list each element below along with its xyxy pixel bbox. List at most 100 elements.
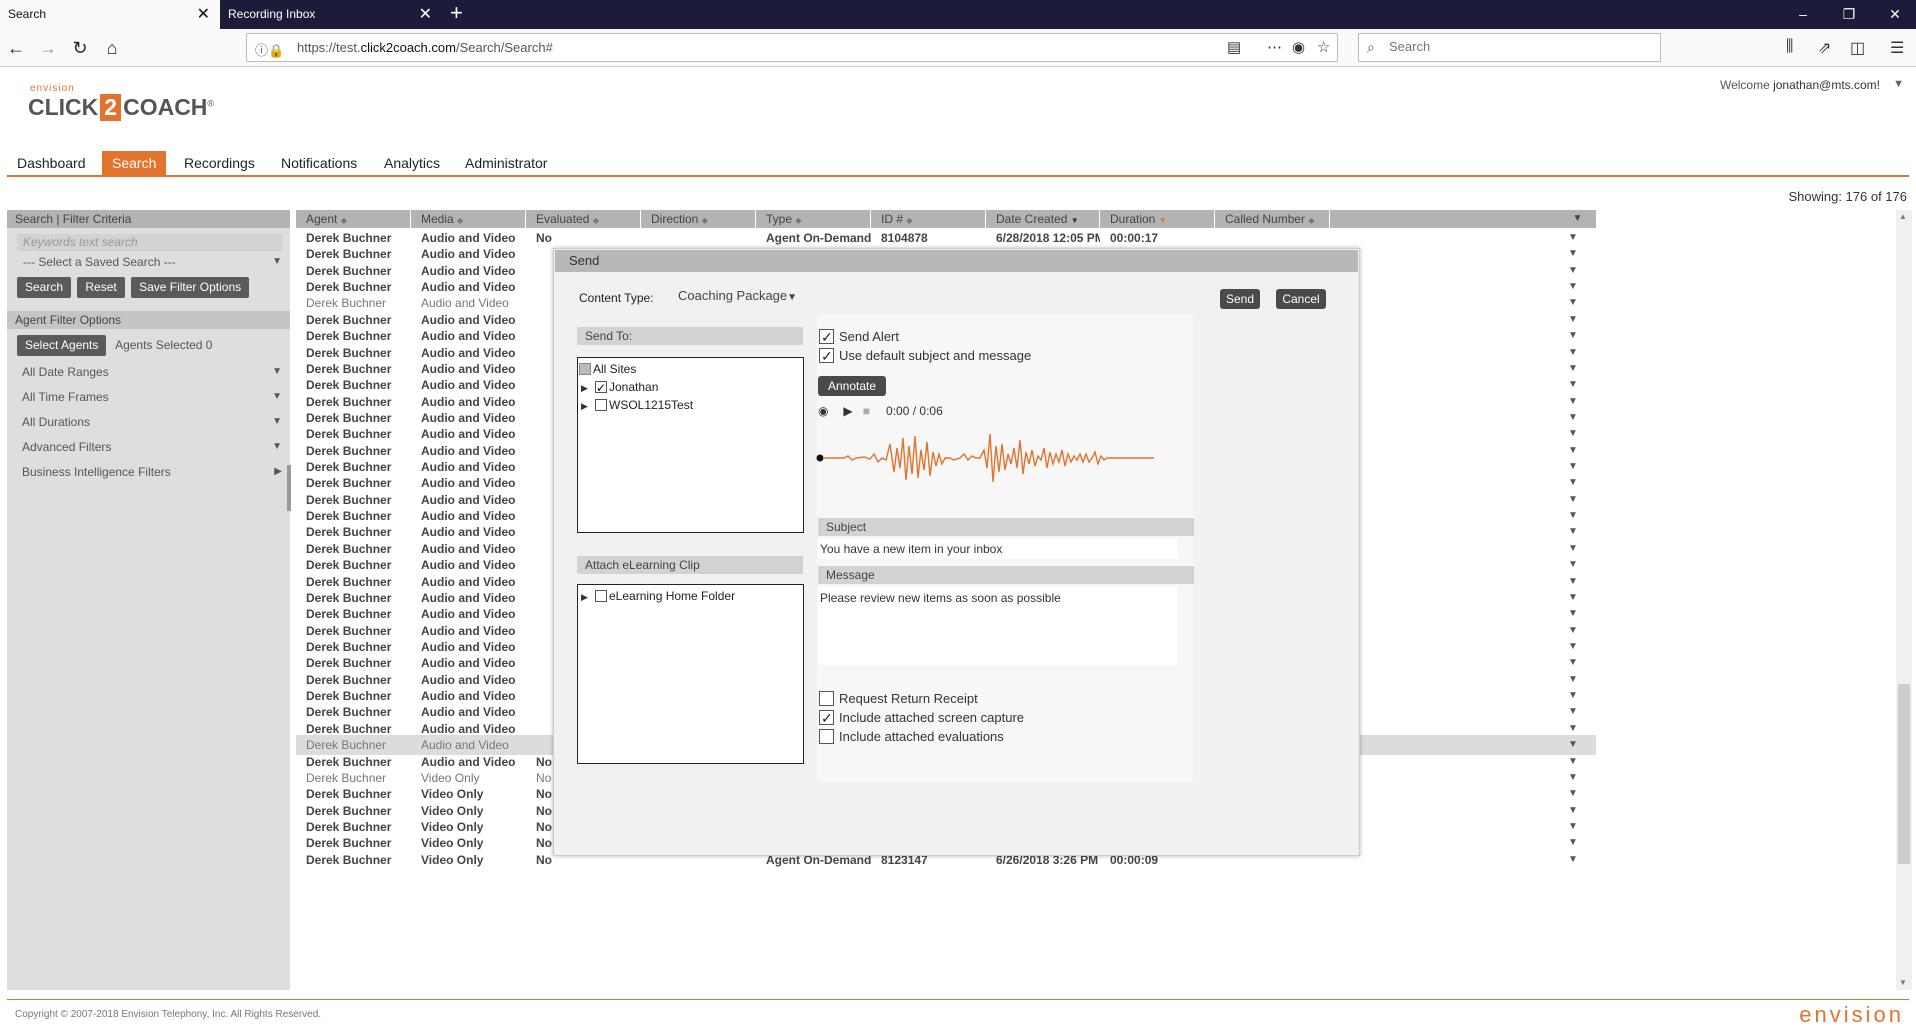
- page-actions-icon[interactable]: ⋯: [1267, 38, 1282, 56]
- forward-icon[interactable]: →: [34, 35, 62, 61]
- tree-node-all-sites[interactable]: All Sites: [579, 360, 636, 378]
- checkbox[interactable]: [579, 363, 591, 375]
- filter-date-ranges[interactable]: All Date Ranges ▼: [17, 362, 282, 382]
- nav-dashboard[interactable]: Dashboard: [7, 151, 96, 175]
- nav-administrator[interactable]: Administrator: [455, 151, 557, 175]
- use-default-option[interactable]: Use default subject and message: [819, 346, 1031, 366]
- saved-search-select[interactable]: --- Select a Saved Search --- ▼: [17, 253, 282, 271]
- reload-icon[interactable]: ↻: [66, 35, 94, 61]
- search-icon: ⌕: [1367, 39, 1375, 55]
- nav-analytics[interactable]: Analytics: [374, 151, 450, 175]
- bookmark-star-icon[interactable]: ☆: [1317, 38, 1330, 56]
- col-type[interactable]: Type ◆: [756, 210, 871, 228]
- col-date-created[interactable]: Date Created ▼: [986, 210, 1100, 228]
- footer-logo: envision: [1799, 1002, 1904, 1027]
- tree-node-jonathan[interactable]: ▶Jonathan: [581, 378, 658, 397]
- cell-media: Video Only: [421, 853, 484, 867]
- checkbox[interactable]: [819, 328, 834, 347]
- restore-icon[interactable]: ❐: [1829, 0, 1869, 28]
- row-menu-icon[interactable]: ▼: [1568, 850, 1578, 870]
- request-return-receipt-option[interactable]: Request Return Receipt: [819, 689, 978, 708]
- column-menu-icon[interactable]: ▼: [1559, 210, 1596, 228]
- scrollbar-thumb[interactable]: [1898, 684, 1910, 864]
- col-direction[interactable]: Direction ◆: [641, 210, 756, 228]
- browser-tab-strip: Search ✕ Recording Inbox ✕ + – ❐ ✕: [0, 0, 1916, 29]
- chevron-down-icon[interactable]: ▼: [1893, 78, 1904, 90]
- pocket-icon[interactable]: ◉: [1292, 38, 1305, 56]
- browser-tab-search[interactable]: Search ✕: [0, 0, 220, 29]
- checkbox[interactable]: [595, 590, 607, 602]
- close-icon[interactable]: ✕: [419, 0, 432, 29]
- annotate-button[interactable]: Annotate: [818, 376, 886, 396]
- nav-divider: [7, 175, 1909, 177]
- reader-icon[interactable]: ▤: [1227, 38, 1241, 56]
- record-icon[interactable]: ◉: [818, 404, 832, 418]
- new-tab-icon[interactable]: +: [450, 0, 463, 26]
- playhead[interactable]: [816, 454, 824, 462]
- include-screen-capture-option[interactable]: Include attached screen capture: [819, 708, 1024, 728]
- stop-icon[interactable]: ■: [863, 404, 877, 418]
- footer-divider: [7, 999, 1909, 1000]
- browser-search-bar[interactable]: ⌕: [1358, 33, 1661, 62]
- play-icon[interactable]: ▶: [843, 404, 859, 418]
- menu-icon[interactable]: ☰: [1890, 38, 1904, 58]
- window-close-icon[interactable]: ✕: [1875, 0, 1915, 28]
- close-icon[interactable]: ✕: [197, 0, 210, 29]
- checkbox[interactable]: [819, 709, 834, 728]
- tree-node-wsol1215test[interactable]: ▶ WSOL1215Test: [581, 396, 693, 414]
- reset-button[interactable]: Reset: [77, 277, 125, 298]
- url-bar[interactable]: ⓘ🔒 https://test.click2coach.com/Search/S…: [246, 33, 1338, 62]
- col-media[interactable]: Media ◆: [411, 210, 526, 228]
- site-info-icon[interactable]: ⓘ🔒: [255, 40, 284, 59]
- home-icon[interactable]: ⌂: [98, 35, 126, 61]
- expand-icon[interactable]: ▶: [581, 397, 595, 415]
- audio-player: ◉ ▶ ■ 0:00 / 0:06: [818, 404, 943, 418]
- cancel-button[interactable]: Cancel: [1276, 289, 1326, 309]
- col-agent[interactable]: Agent ◆: [296, 210, 411, 228]
- keywords-search-input[interactable]: Keywords text search: [17, 234, 282, 251]
- col-duration[interactable]: Duration ▼: [1100, 210, 1215, 228]
- checkbox[interactable]: [819, 347, 834, 366]
- sync-icon[interactable]: ⇗: [1818, 38, 1831, 58]
- url-text: https://test.click2coach.com/Search/Sear…: [297, 40, 553, 55]
- back-icon[interactable]: ←: [2, 35, 30, 61]
- send-button[interactable]: Send: [1220, 289, 1260, 309]
- include-evaluations-option[interactable]: Include attached evaluations: [819, 727, 1004, 746]
- select-agents-button[interactable]: Select Agents: [17, 335, 107, 356]
- filter-advanced[interactable]: Advanced Filters ▼: [17, 437, 282, 457]
- grid-scrollbar[interactable]: ▲ ▼: [1896, 210, 1912, 990]
- browser-search-input[interactable]: [1389, 39, 1639, 54]
- search-button[interactable]: Search: [17, 277, 72, 298]
- col-id[interactable]: ID # ◆: [871, 210, 986, 228]
- panel-splitter[interactable]: [287, 465, 291, 511]
- library-icon[interactable]: ⫼: [1786, 38, 1793, 56]
- minimize-icon[interactable]: –: [1783, 0, 1823, 28]
- browser-tab-recording-inbox[interactable]: Recording Inbox ✕: [220, 0, 442, 29]
- checkbox[interactable]: [819, 691, 834, 706]
- copyright: Copyright © 2007-2018 Envision Telephony…: [15, 1009, 322, 1020]
- nav-notifications[interactable]: Notifications: [271, 151, 367, 175]
- nav-search[interactable]: Search: [102, 151, 167, 175]
- expand-icon[interactable]: ▶: [581, 379, 595, 397]
- checkbox[interactable]: [819, 729, 834, 744]
- filter-durations[interactable]: All Durations ▼: [17, 412, 282, 432]
- checkbox[interactable]: [595, 379, 607, 397]
- waveform[interactable]: [814, 424, 1159, 494]
- subject-input[interactable]: You have a new item in your inbox: [818, 539, 1178, 559]
- sidebar-icon[interactable]: ◫: [1850, 38, 1865, 58]
- filter-business-intelligence[interactable]: Business Intelligence Filters ▶: [17, 462, 282, 482]
- send-alert-option[interactable]: Send Alert: [819, 327, 899, 347]
- save-filter-options-button[interactable]: Save Filter Options: [131, 277, 250, 298]
- content-type-select[interactable]: Coaching Package▼: [678, 288, 797, 303]
- col-evaluated[interactable]: Evaluated ◆: [526, 210, 641, 228]
- chevron-down-icon: ▼: [272, 441, 282, 452]
- nav-recordings[interactable]: Recordings: [174, 151, 265, 175]
- tree-node-elearning-home[interactable]: ▶ eLearning Home Folder: [581, 587, 735, 605]
- message-textarea[interactable]: Please review new items as soon as possi…: [818, 587, 1178, 665]
- col-called-number[interactable]: Called Number ◆: [1215, 210, 1330, 228]
- checkbox[interactable]: [595, 399, 607, 411]
- scroll-down-icon[interactable]: ▼: [1899, 978, 1907, 987]
- scroll-up-icon[interactable]: ▲: [1899, 212, 1907, 221]
- expand-icon[interactable]: ▶: [581, 588, 595, 606]
- filter-time-frames[interactable]: All Time Frames ▼: [17, 387, 282, 407]
